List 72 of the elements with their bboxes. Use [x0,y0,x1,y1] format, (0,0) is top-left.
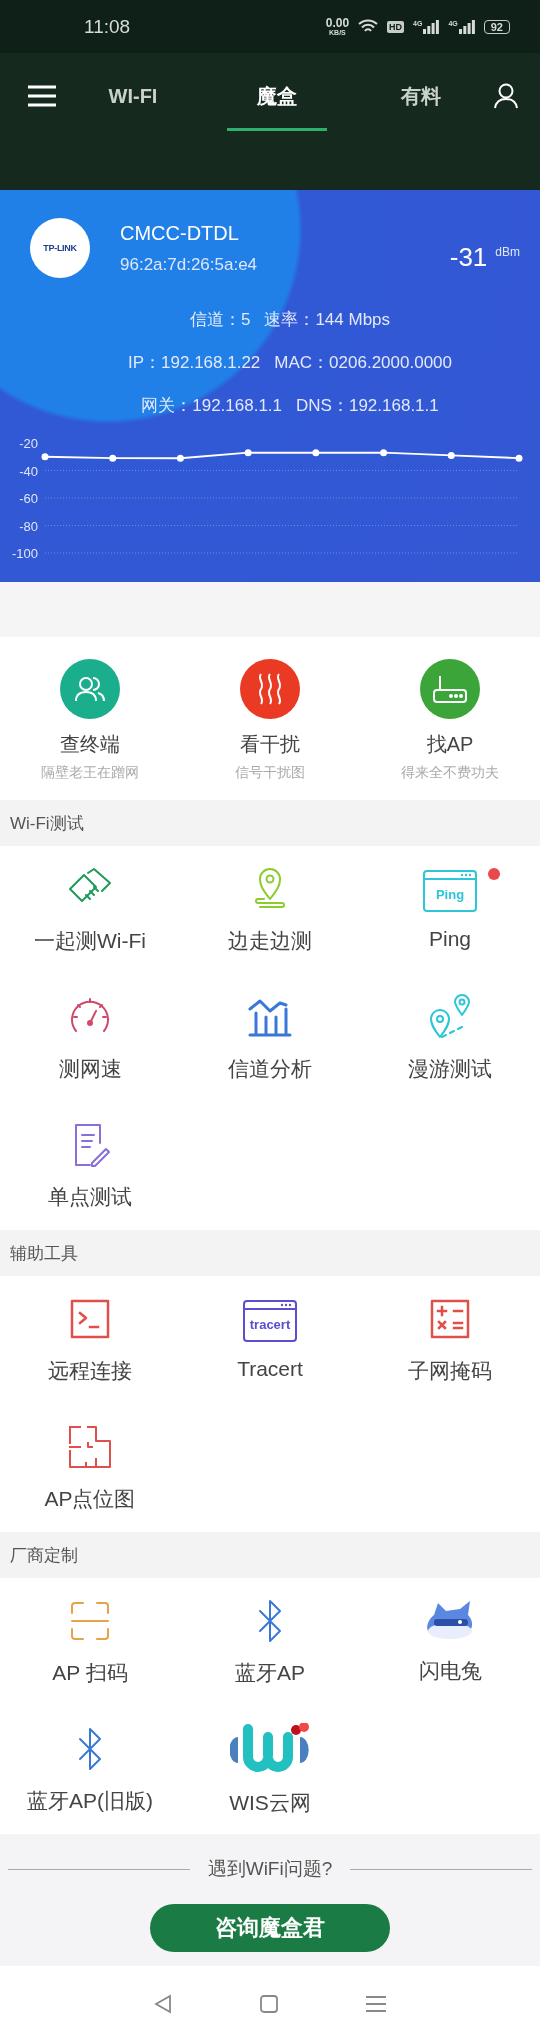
tool-label[interactable]: AP点位图 [44,1485,136,1513]
tool-label[interactable]: 蓝牙AP(旧版) [27,1787,153,1815]
back-icon[interactable] [154,1993,172,2014]
tool-label[interactable]: 测网速 [58,1055,122,1083]
section-title: Wi-Fi测试 [10,812,84,835]
feature-subtitle: 隔壁老王在蹭网 [41,764,139,782]
feature-icon-circle[interactable] [240,659,300,719]
network-name: CMCC-DTDL [120,221,240,245]
tool-label[interactable]: 一起测Wi-Fi [34,927,146,955]
nav-tab[interactable]: WI-FI [83,79,183,131]
tool-label[interactable]: WIS云网 [229,1789,311,1817]
router-icon [432,674,468,704]
data-point [109,454,117,462]
axis-label: -20 [19,436,38,451]
brand-logo: TP-LINK [30,218,90,278]
home-icon[interactable] [260,1994,278,2013]
network-info: DNS：192.168.1.1 [296,395,439,417]
net-speed: 0.00 [325,17,350,29]
tool-label[interactable]: 子网掩码 [408,1357,492,1385]
network-info: 网关：192.168.1.1 [141,395,283,417]
nav-tab[interactable]: 有料 [371,79,471,131]
clock: 11:08 [84,15,132,38]
feature-subtitle: 得来全不费功夫 [401,764,499,782]
browser-window-icon: tracert [242,1299,298,1343]
signal-strength: -31 [449,241,488,273]
data-point [176,454,184,462]
battery-level: 92 [483,19,510,34]
consult-button[interactable]: 咨询魔盒君 [150,1904,390,1952]
feature-title[interactable]: 看干扰 [240,731,300,758]
tool-label[interactable]: 闪电兔 [418,1657,482,1685]
network-info: 速率：144 Mbps [264,309,391,331]
feature-title[interactable]: 查终端 [60,731,120,758]
feature-icon-circle[interactable] [420,659,480,719]
tool-label[interactable]: 蓝牙AP [235,1659,305,1687]
wis-logo-icon [230,1723,310,1775]
network-info: 信道：5 [189,309,251,331]
people-icon [74,675,106,703]
tool-label[interactable]: 边走边测 [228,927,312,955]
tool-label[interactable]: Ping [429,927,471,951]
data-point [312,449,320,457]
nav-tab[interactable]: 魔盒 [227,79,327,131]
axis-label: -60 [19,491,38,506]
tool-label[interactable]: 漫游测试 [408,1055,492,1083]
section-title: 厂商定制 [10,1544,78,1567]
bssid: 96:2a:7d:26:5a:e4 [120,254,259,275]
hd-badge: HD [387,20,405,33]
data-point [41,453,49,461]
network-info: MAC：0206.2000.0000 [274,352,452,374]
tool-label[interactable]: 远程连接 [48,1357,132,1385]
tool-label[interactable]: 单点测试 [48,1183,132,1211]
feature-subtitle: 信号干扰图 [235,764,305,782]
help-question: 遇到WiFi问题? [207,1857,333,1881]
signal-icon [458,19,475,34]
floor-plan-icon [66,1423,114,1471]
user-icon[interactable] [494,83,518,109]
section-title: 辅助工具 [10,1242,78,1265]
signal-icon [423,19,440,34]
data-point [380,449,388,457]
axis-label: -40 [19,463,38,479]
axis-label: -80 [19,518,38,534]
feature-title[interactable]: 找AP [426,731,474,758]
data-point [515,454,523,462]
tool-label[interactable]: AP 扫码 [52,1659,128,1687]
data-point [447,451,455,459]
network-info: IP：192.168.1.22 [128,352,261,374]
signal-unit: dBm [495,244,520,259]
axis-label: -100 [11,546,38,561]
browser-window-icon: Ping [422,869,478,913]
tool-label[interactable]: Tracert [237,1357,303,1381]
feature-icon-circle[interactable] [60,659,120,719]
data-point [244,449,252,457]
tool-label[interactable]: 信道分析 [228,1055,312,1083]
